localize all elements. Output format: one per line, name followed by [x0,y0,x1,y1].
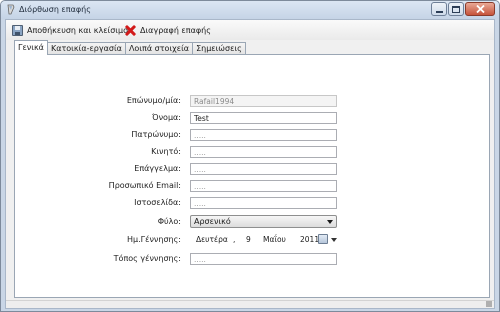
status-bar [6,300,494,308]
surname-label: Επώνυμο/μία: [126,96,181,105]
email-label: Προσωπικό Email: [108,181,181,190]
gender-selected-value: Αρσενικό [194,217,231,226]
surname-field[interactable] [190,95,337,107]
general-tab-panel: Επώνυμο/μία: Όνομα: Πατρώνυμο: Κινητό: Ε… [14,54,490,298]
gender-select[interactable]: Αρσενικό [190,215,337,228]
tab-strip: Γενικά Κατοικία-εργασία Λοιπά στοιχεία Σ… [14,40,246,55]
birthdate-day[interactable]: 9 [246,235,251,244]
minimize-button[interactable] [431,2,447,16]
minimize-icon [435,11,443,13]
calendar-icon[interactable] [318,234,328,244]
save-and-close-label: Αποθήκευση και κλείσιμο [27,25,128,35]
maximize-icon [452,5,460,13]
birthdate-month[interactable]: Μαΐου [263,235,286,244]
toolbar: Αποθήκευση και κλείσιμο Διαγραφή επαφής [6,20,494,40]
birthdate-weekday[interactable]: Δευτέρα [196,235,228,244]
birthdate-picker[interactable]: Δευτέρα , 9 Μαΐου 2011 [190,234,340,246]
edit-contact-window: Διόρθωση επαφής Αποθήκευση και κλείσιμο … [0,0,500,312]
close-button[interactable] [465,2,495,16]
chevron-down-icon [327,220,333,224]
delete-contact-label: Διαγραφή επαφής [140,25,211,35]
birthplace-field[interactable] [190,253,337,265]
profession-label: Επάγγελμα: [134,164,181,173]
close-icon [475,5,485,13]
title-bar: Διόρθωση επαφής [1,1,499,19]
save-and-close-button[interactable]: Αποθήκευση και κλείσιμο [12,23,128,37]
profession-field[interactable] [190,163,337,175]
resize-grip[interactable] [486,301,492,307]
tab-general[interactable]: Γενικά [14,40,48,55]
app-icon [7,4,15,15]
save-icon [12,24,23,36]
birthdate-label: Ημ.Γέννησης: [127,235,181,244]
client-area: Αποθήκευση και κλείσιμο Διαγραφή επαφής … [5,19,495,309]
birthdate-year[interactable]: 2011 [300,235,319,244]
birthdate-separator: , [233,235,236,244]
delete-icon [125,25,136,36]
firstname-field[interactable] [190,112,337,124]
mobile-field[interactable] [190,146,337,158]
mobile-label: Κινητό: [151,147,181,156]
fathername-label: Πατρώνυμο: [131,130,181,139]
delete-contact-button[interactable]: Διαγραφή επαφής [125,23,211,37]
email-field[interactable] [190,180,337,192]
birthplace-label: Τόπος γέννησης: [113,254,181,263]
window-title: Διόρθωση επαφής [19,5,91,14]
calendar-dropdown-icon[interactable] [331,238,337,242]
firstname-label: Όνομα: [152,113,181,122]
website-label: Ιστοσελίδα: [134,198,181,207]
fathername-field[interactable] [190,129,337,141]
gender-label: Φύλο: [157,217,181,226]
website-field[interactable] [190,197,337,209]
maximize-button[interactable] [448,2,464,16]
